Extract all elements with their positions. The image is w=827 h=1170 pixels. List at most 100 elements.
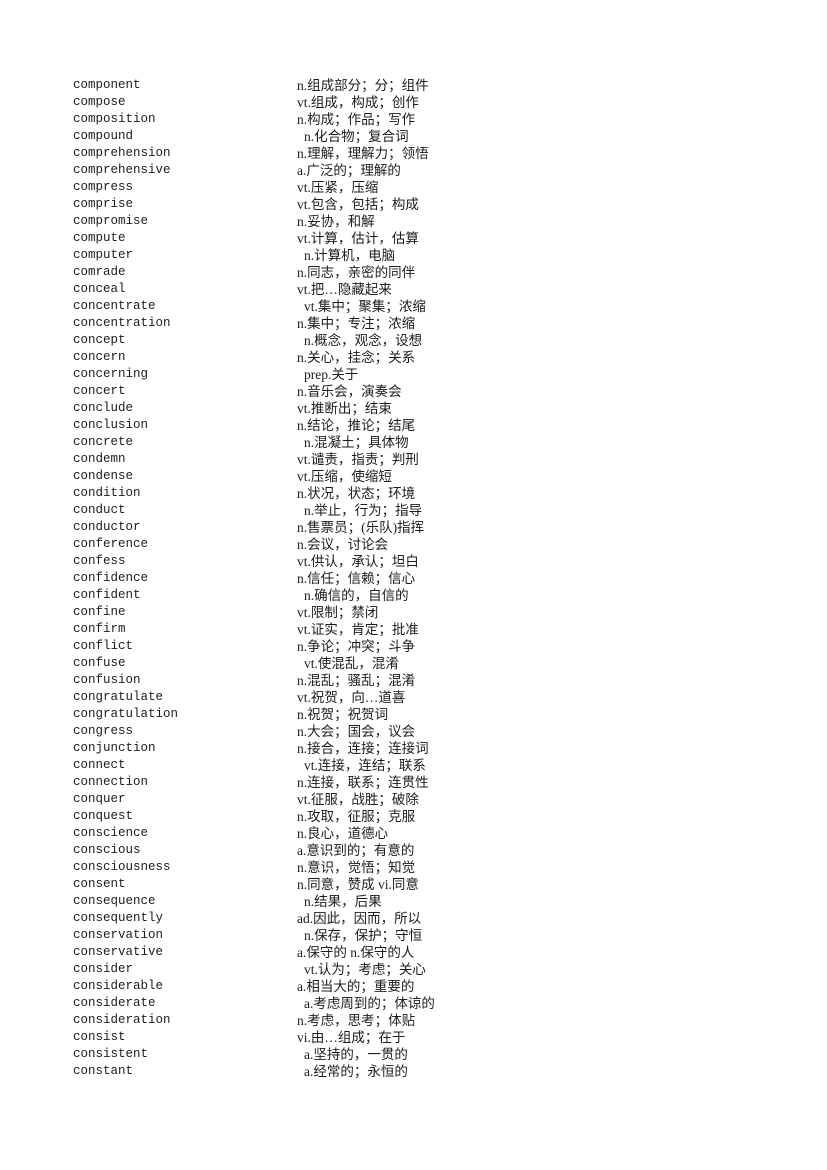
vocabulary-term: compromise: [73, 214, 149, 228]
vocabulary-entry-row: concentrate vt.集中；聚集；浓缩: [73, 298, 773, 315]
vocabulary-entry-row: consequently ad.因此，因而，所以: [73, 910, 773, 927]
vocabulary-definition: vt.征服，战胜；破除: [297, 792, 419, 807]
vocabulary-entry-row: condition n.状况，状态；环境: [73, 485, 773, 502]
vocabulary-entry-row: conscious a.意识到的；有意的: [73, 842, 773, 859]
vocabulary-term: confident: [73, 588, 141, 602]
vocabulary-entry-row: confidence n.信任；信赖；信心: [73, 570, 773, 587]
vocabulary-entry-row: confess vt.供认，承认；坦白: [73, 553, 773, 570]
vocabulary-definition: n.集中；专注；浓缩: [297, 316, 416, 331]
vocabulary-definition: vt.压缩，使缩短: [297, 469, 392, 484]
vocabulary-definition: vt.证实，肯定；批准: [297, 622, 419, 637]
vocabulary-entry-row: compose vt.组成，构成；创作: [73, 94, 773, 111]
vocabulary-term: conjunction: [73, 741, 156, 755]
vocabulary-definition: n.概念，观念，设想: [304, 333, 423, 348]
vocabulary-term: conductor: [73, 520, 141, 534]
vocabulary-term: consequently: [73, 911, 164, 925]
vocabulary-definition: n.接合，连接；连接词: [297, 741, 429, 756]
vocabulary-term: conservation: [73, 928, 164, 942]
vocabulary-entry-row: congress n.大会；国会，议会: [73, 723, 773, 740]
vocabulary-term: consider: [73, 962, 134, 976]
vocabulary-term: conquest: [73, 809, 134, 823]
vocabulary-definition: n.连接，联系；连贯性: [297, 775, 429, 790]
vocabulary-term: constant: [73, 1064, 134, 1078]
vocabulary-entry-row: considerate a.考虑周到的；体谅的: [73, 995, 773, 1012]
vocabulary-term: confirm: [73, 622, 126, 636]
vocabulary-term: conflict: [73, 639, 134, 653]
vocabulary-definition: n.构成；作品；写作: [297, 112, 416, 127]
vocabulary-definition: n.组成部分；分；组件: [297, 78, 429, 93]
vocabulary-list: component n.组成部分；分；组件 compose vt.组成，构成；创作 co…: [73, 77, 773, 1080]
vocabulary-definition: a.坚持的，一贯的: [304, 1047, 408, 1062]
vocabulary-entry-row: conquest n.攻取，征服；克服: [73, 808, 773, 825]
vocabulary-definition: n.妥协，和解: [297, 214, 375, 229]
vocabulary-definition: n.保存，保护；守恒: [304, 928, 423, 943]
vocabulary-term: component: [73, 78, 141, 92]
vocabulary-definition: vt.认为；考虑；关心: [304, 962, 426, 977]
vocabulary-term: compute: [73, 231, 126, 245]
vocabulary-term: connection: [73, 775, 149, 789]
vocabulary-term: confidence: [73, 571, 149, 585]
vocabulary-term: confusion: [73, 673, 141, 687]
vocabulary-term: conquer: [73, 792, 126, 806]
vocabulary-definition: n.混凝土；具体物: [304, 435, 409, 450]
vocabulary-term: confess: [73, 554, 126, 568]
vocabulary-definition: vt.计算，估计，估算: [297, 231, 419, 246]
vocabulary-definition: vt.祝贺，向…道喜: [297, 690, 406, 705]
vocabulary-entry-row: compound n.化合物；复合词: [73, 128, 773, 145]
vocabulary-definition: n.结论，推论；结尾: [297, 418, 416, 433]
vocabulary-term: concern: [73, 350, 126, 364]
vocabulary-entry-row: computer n.计算机，电脑: [73, 247, 773, 264]
vocabulary-definition: vt.使混乱，混淆: [304, 656, 399, 671]
vocabulary-entry-row: constant a.经常的；永恒的: [73, 1063, 773, 1080]
vocabulary-entry-row: concrete n.混凝土；具体物: [73, 434, 773, 451]
vocabulary-entry-row: consideration n.考虑，思考；体贴: [73, 1012, 773, 1029]
vocabulary-definition: n.混乱；骚乱；混淆: [297, 673, 416, 688]
vocabulary-definition: vt.连接，连结；联系: [304, 758, 426, 773]
vocabulary-definition: vt.谴责，指责；判刑: [297, 452, 419, 467]
vocabulary-definition: a.经常的；永恒的: [304, 1064, 408, 1079]
vocabulary-entry-row: consist vi.由…组成；在于: [73, 1029, 773, 1046]
vocabulary-term: conservative: [73, 945, 164, 959]
vocabulary-term: comprehension: [73, 146, 171, 160]
vocabulary-entry-row: consent n.同意，赞成 vi.同意: [73, 876, 773, 893]
vocabulary-term: consideration: [73, 1013, 171, 1027]
vocabulary-definition: vi.由…组成；在于: [297, 1030, 406, 1045]
vocabulary-entry-row: compromise n.妥协，和解: [73, 213, 773, 230]
vocabulary-term: concentration: [73, 316, 171, 330]
vocabulary-term: conclude: [73, 401, 134, 415]
vocabulary-definition: n.结果，后果: [304, 894, 382, 909]
vocabulary-definition: a.保守的 n.保守的人: [297, 945, 415, 960]
vocabulary-term: conclusion: [73, 418, 149, 432]
vocabulary-term: confine: [73, 605, 126, 619]
vocabulary-definition: n.确信的，自信的: [304, 588, 409, 603]
vocabulary-entry-row: connect vt.连接，连结；联系: [73, 757, 773, 774]
vocabulary-entry-row: concern n.关心，挂念；关系: [73, 349, 773, 366]
vocabulary-definition: n.考虑，思考；体贴: [297, 1013, 416, 1028]
vocabulary-definition: n.关心，挂念；关系: [297, 350, 416, 365]
vocabulary-term: considerate: [73, 996, 156, 1010]
vocabulary-entry-row: conclusion n.结论，推论；结尾: [73, 417, 773, 434]
vocabulary-entry-row: concert n.音乐会，演奏会: [73, 383, 773, 400]
vocabulary-definition: n.同意，赞成 vi.同意: [297, 877, 419, 892]
vocabulary-entry-row: conduct n.举止，行为；指导: [73, 502, 773, 519]
vocabulary-entry-row: concentration n.集中；专注；浓缩: [73, 315, 773, 332]
vocabulary-definition: n.音乐会，演奏会: [297, 384, 402, 399]
vocabulary-definition: vt.集中；聚集；浓缩: [304, 299, 426, 314]
vocabulary-term: congratulate: [73, 690, 164, 704]
vocabulary-term: consent: [73, 877, 126, 891]
vocabulary-definition: a.广泛的；理解的: [297, 163, 401, 178]
vocabulary-definition: n.状况，状态；环境: [297, 486, 416, 501]
vocabulary-definition: a.意识到的；有意的: [297, 843, 415, 858]
vocabulary-entry-row: conceal vt.把…隐藏起来: [73, 281, 773, 298]
vocabulary-definition: vt.限制；禁闭: [297, 605, 379, 620]
vocabulary-entry-row: concerning prep.关于: [73, 366, 773, 383]
vocabulary-term: conscious: [73, 843, 141, 857]
vocabulary-definition: a.相当大的；重要的: [297, 979, 415, 994]
vocabulary-definition: vt.组成，构成；创作: [297, 95, 419, 110]
vocabulary-definition: n.祝贺；祝贺词: [297, 707, 389, 722]
vocabulary-term: comprise: [73, 197, 134, 211]
vocabulary-entry-row: connection n.连接，联系；连贯性: [73, 774, 773, 791]
vocabulary-entry-row: confusion n.混乱；骚乱；混淆: [73, 672, 773, 689]
vocabulary-term: concert: [73, 384, 126, 398]
vocabulary-definition: n.攻取，征服；克服: [297, 809, 416, 824]
